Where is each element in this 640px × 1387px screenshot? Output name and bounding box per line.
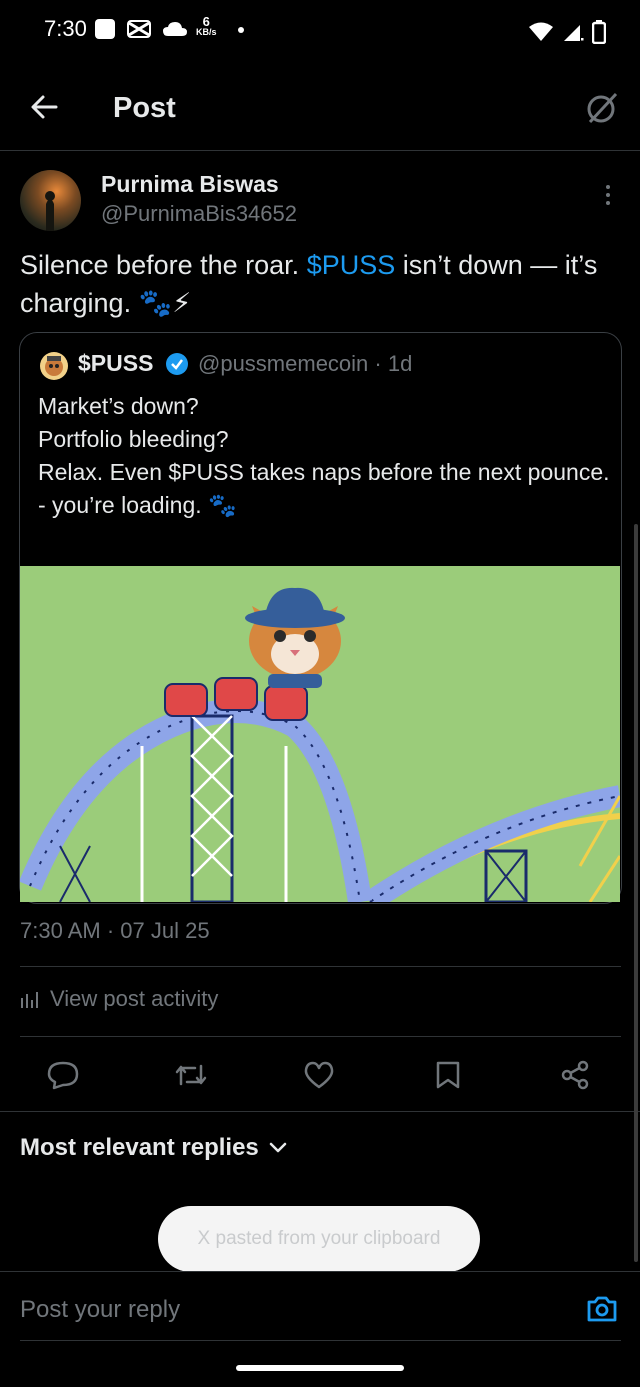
cloud-icon [163, 22, 187, 36]
verified-badge-icon [165, 352, 189, 376]
repost-button[interactable] [173, 1060, 209, 1090]
post-timestamp: 7:30 AM · 07 Jul 25 [20, 918, 210, 943]
share-button[interactable] [560, 1060, 590, 1090]
divider [20, 966, 621, 967]
cat-logo-icon [45, 356, 63, 376]
bar-chart-icon [21, 992, 38, 1008]
roller-coaster-cat-illustration [20, 587, 620, 902]
status-right-icons [528, 20, 606, 44]
divider [0, 1271, 640, 1272]
capcut-icon [127, 20, 151, 38]
author-handle[interactable]: @PurnimaBis34652 [101, 201, 297, 227]
notification-dot-icon [238, 27, 244, 33]
quoted-text-line: - you’re loading. 🐾 [38, 492, 237, 518]
clipboard-toast: X pasted from your clipboard [158, 1206, 480, 1272]
camera-button[interactable] [586, 1294, 618, 1324]
wifi-icon [529, 22, 553, 41]
quoted-text-line: Relax. Even $PUSS takes naps before the … [38, 459, 610, 485]
author-name[interactable]: Purnima Biswas [101, 171, 279, 198]
camera-icon [587, 1296, 617, 1322]
avatar-silhouette [45, 191, 55, 231]
quoted-text-line: Portfolio bleeding? [38, 426, 229, 452]
author-avatar[interactable] [20, 170, 81, 231]
quoted-author-name: $PUSS [78, 350, 154, 376]
divider [20, 1340, 621, 1341]
post-text-part: Silence before the roar. [20, 250, 307, 280]
grok-icon [587, 92, 618, 124]
back-button[interactable] [28, 91, 60, 123]
more-vertical-icon [606, 185, 610, 205]
divider [20, 1036, 621, 1037]
quoted-media-image[interactable] [20, 566, 620, 902]
view-activity-link[interactable]: View post activity [20, 986, 218, 1012]
status-left-icons [94, 18, 188, 40]
more-options-button[interactable] [598, 183, 618, 209]
bookmark-icon [436, 1061, 460, 1089]
post-actions-bar [0, 1052, 640, 1096]
quoted-text: Market’s down? Portfolio bleeding? Relax… [38, 390, 613, 522]
network-speed: 6 KB/s [196, 14, 217, 37]
cashtag-link[interactable]: $PUSS [307, 250, 396, 280]
battery-icon [592, 20, 606, 44]
like-icon [304, 1061, 334, 1089]
share-icon [561, 1060, 589, 1090]
gesture-nav-bar[interactable] [236, 1365, 404, 1371]
reply-input[interactable] [20, 1296, 560, 1324]
bookmark-button[interactable] [435, 1060, 461, 1090]
quoted-avatar [40, 352, 68, 380]
replies-sort-dropdown[interactable]: Most relevant replies [20, 1134, 287, 1162]
quoted-handle-time: @pussmemecoin · 1d [198, 351, 413, 376]
quoted-text-line: Market’s down? [38, 393, 199, 419]
reply-button[interactable] [46, 1060, 80, 1090]
scrollbar[interactable] [634, 524, 638, 1262]
post-text: Silence before the roar. $PUSS isn’t dow… [20, 246, 630, 322]
chevron-down-icon [269, 1142, 287, 1153]
status-time: 7:30 [44, 16, 87, 41]
grok-button[interactable] [584, 90, 620, 126]
reply-icon [47, 1061, 79, 1090]
view-activity-label: View post activity [50, 986, 219, 1011]
page-title: Post [113, 92, 176, 124]
divider [0, 1111, 640, 1112]
signal-icon [564, 25, 584, 41]
replies-sort-label: Most relevant replies [20, 1134, 259, 1161]
repost-icon [175, 1064, 207, 1086]
arrow-left-icon [31, 95, 58, 119]
like-button[interactable] [303, 1060, 335, 1090]
app-notification-icon [95, 19, 115, 39]
header-bar [0, 64, 640, 151]
